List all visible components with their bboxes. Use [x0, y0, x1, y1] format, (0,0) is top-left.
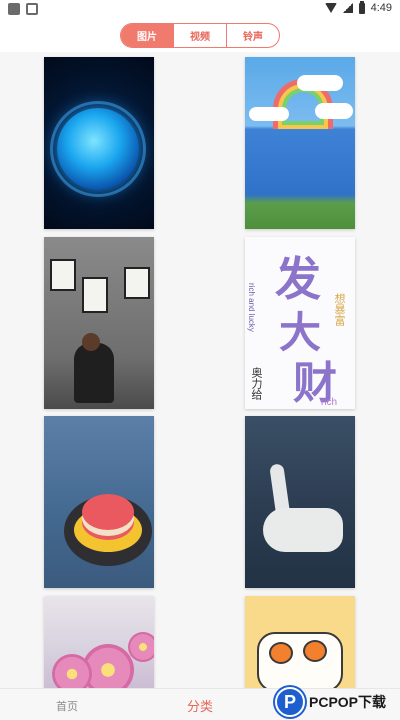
wallpaper-card-macaron[interactable]: [44, 416, 154, 588]
wifi-icon: [324, 3, 337, 13]
watermark-text: PCPOP下载: [309, 694, 387, 710]
tab-ringtones[interactable]: 铃声: [227, 24, 279, 47]
person: [74, 343, 114, 403]
notification-icon: [8, 3, 20, 15]
person-head: [82, 333, 100, 351]
wallpaper-image: [44, 416, 154, 588]
status-time: 4:49: [370, 2, 392, 14]
wallpaper-card-blue-orb[interactable]: [44, 57, 154, 229]
macaron: [82, 494, 134, 530]
wallpaper-image: [44, 237, 154, 409]
text-art-small: 想暴富: [333, 293, 345, 326]
cloud: [297, 75, 343, 91]
wallpaper-card-swan[interactable]: [245, 416, 355, 588]
wallpaper-image: [44, 57, 154, 229]
picture-frame: [82, 277, 108, 313]
cloud: [249, 107, 289, 121]
flower: [128, 632, 154, 662]
wallpaper-image: [245, 57, 355, 229]
wallpaper-card-flowers[interactable]: [44, 596, 154, 696]
battery-icon: [358, 0, 365, 14]
watermark: P PCPOP下载: [275, 684, 400, 720]
picture-frame: [124, 267, 150, 299]
signal-icon: [342, 3, 353, 13]
text-art-small: 奥力给: [250, 367, 262, 400]
wallpaper-image: 发 大 财 想暴富 rich and lucky 奥力给 rich: [245, 237, 355, 409]
status-right: 4:49: [324, 0, 392, 14]
status-left-icons: [8, 3, 38, 15]
persimmon: [269, 642, 293, 664]
wallpaper-image: [245, 596, 355, 696]
wallpaper-image: [245, 416, 355, 588]
app-screen: 4:49 图片 视频 铃声 发 大 财 想暴富 rich and lucky 奥…: [0, 0, 400, 720]
nav-home[interactable]: 首页: [56, 698, 78, 714]
pcpop-logo-icon: P: [275, 687, 305, 717]
wallpaper-card-rainbow-sea[interactable]: [245, 57, 355, 229]
persimmon: [303, 640, 327, 662]
tab-videos[interactable]: 视频: [174, 24, 227, 47]
cloud: [315, 103, 353, 119]
tab-images[interactable]: 图片: [121, 24, 174, 47]
wallpaper-card-fa-da-cai[interactable]: 发 大 财 想暴富 rich and lucky 奥力给 rich: [245, 237, 355, 409]
text-art-small: rich and lucky: [247, 283, 256, 332]
wallpaper-card-persimmon[interactable]: [245, 596, 355, 696]
app-notification-icon: [26, 3, 38, 15]
persimmon-box: [257, 632, 343, 692]
swan-body: [263, 508, 343, 552]
status-bar: 4:49: [0, 0, 400, 18]
wallpaper-card-room[interactable]: [44, 237, 154, 409]
media-type-tabs: 图片 视频 铃声: [120, 23, 280, 48]
nav-category[interactable]: 分类: [187, 696, 213, 715]
text-art-small: rich: [321, 397, 338, 408]
top-header: 图片 视频 铃声: [0, 18, 400, 52]
picture-frame: [50, 259, 76, 291]
orb: [57, 108, 139, 190]
wallpaper-image: [44, 596, 154, 696]
